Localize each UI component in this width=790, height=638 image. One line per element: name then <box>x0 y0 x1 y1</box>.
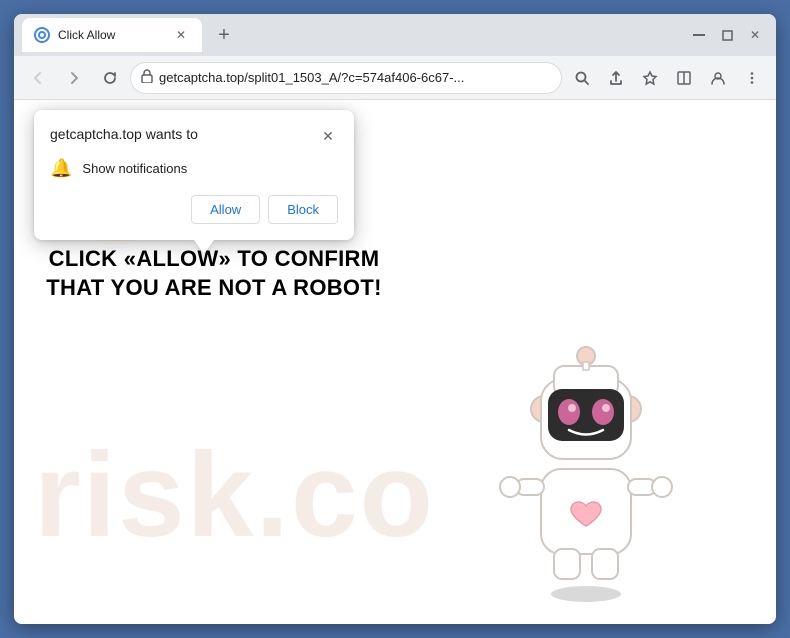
tab-title: Click Allow <box>58 28 164 42</box>
menu-icon-btn[interactable] <box>736 62 768 94</box>
nav-bar: getcaptcha.top/split01_1503_A/?c=574af40… <box>14 56 776 100</box>
bookmark-icon-btn[interactable] <box>634 62 666 94</box>
page-main-text: CLICK «ALLOW» TO CONFIRM THAT YOU ARE NO… <box>44 245 384 302</box>
popup-tail <box>194 240 214 254</box>
profile-icon-btn[interactable] <box>702 62 734 94</box>
url-text: getcaptcha.top/split01_1503_A/?c=574af40… <box>159 70 551 85</box>
window-controls: ✕ <box>686 22 768 48</box>
page-content: 🔔 risk.co getcaptcha.top wants to ✕ 🔔 Sh… <box>14 100 776 624</box>
split-view-btn[interactable] <box>668 62 700 94</box>
share-icon-btn[interactable] <box>600 62 632 94</box>
popup-header: getcaptcha.top wants to ✕ <box>50 126 338 146</box>
tab-close-button[interactable]: ✕ <box>172 26 190 44</box>
browser-tab[interactable]: Click Allow ✕ <box>22 18 202 52</box>
refresh-button[interactable] <box>94 62 126 94</box>
watermark-text: risk.co <box>34 426 435 564</box>
popup-close-button[interactable]: ✕ <box>318 126 338 146</box>
new-tab-button[interactable]: + <box>210 21 238 49</box>
allow-button[interactable]: Allow <box>191 195 260 224</box>
close-button[interactable]: ✕ <box>742 22 768 48</box>
title-bar: Click Allow ✕ + ✕ <box>14 14 776 56</box>
back-button[interactable] <box>22 62 54 94</box>
browser-window: Click Allow ✕ + ✕ getcaptcha <box>14 14 776 624</box>
tab-favicon <box>34 27 50 43</box>
forward-button[interactable] <box>58 62 90 94</box>
maximize-button[interactable] <box>714 22 740 48</box>
bell-icon: 🔔 <box>50 158 72 179</box>
popup-permission-row: 🔔 Show notifications <box>50 158 338 179</box>
notification-popup: getcaptcha.top wants to ✕ 🔔 Show notific… <box>34 110 354 240</box>
popup-buttons: Allow Block <box>50 195 338 224</box>
minimize-button[interactable] <box>686 22 712 48</box>
block-button[interactable]: Block <box>268 195 338 224</box>
robot-character <box>476 324 696 604</box>
permission-text: Show notifications <box>82 161 187 176</box>
address-bar[interactable]: getcaptcha.top/split01_1503_A/?c=574af40… <box>130 62 562 94</box>
popup-title: getcaptcha.top wants to <box>50 126 198 142</box>
lock-icon <box>141 69 153 86</box>
nav-right-icons <box>566 62 768 94</box>
search-icon-btn[interactable] <box>566 62 598 94</box>
